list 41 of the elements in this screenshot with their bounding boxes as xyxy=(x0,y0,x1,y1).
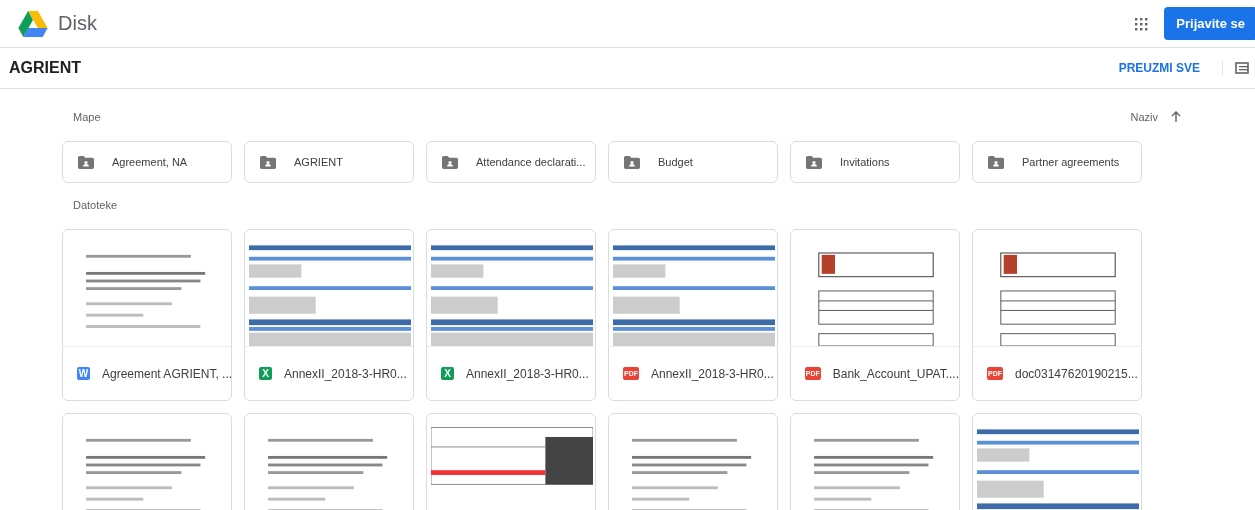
file-card[interactable]: W Agreement AGRIENT, ... xyxy=(62,229,232,401)
shared-folder-icon xyxy=(806,155,822,169)
download-all-button[interactable]: PREUZMI SVE xyxy=(1112,55,1206,81)
file-name: doc03147620190215... xyxy=(1015,366,1138,381)
shared-folder-icon xyxy=(260,155,276,169)
file-name: AnnexII_2018-3-HR0... xyxy=(284,366,407,381)
folder-name: Attendance declarati... xyxy=(476,156,586,168)
folder-card[interactable]: Invitations xyxy=(790,141,960,183)
folder-name: Agreement, NA xyxy=(112,156,188,168)
folder-card[interactable]: Attendance declarati... xyxy=(426,141,596,183)
file-name: AnnexII_2018-3-HR0... xyxy=(466,366,589,381)
folder-name: Budget xyxy=(658,156,693,168)
folder-card[interactable]: Partner agreements xyxy=(972,141,1142,183)
sort-up-arrow-icon[interactable] xyxy=(1170,111,1182,123)
shared-folder-icon xyxy=(442,155,458,169)
section-label: Datoteke xyxy=(73,199,119,211)
file-name: Bank_Account_UPAT.... xyxy=(832,366,959,381)
app-name: Disk xyxy=(58,12,97,35)
file-type-icon: W xyxy=(77,367,90,380)
file-type-icon: X xyxy=(441,367,454,380)
folder-name: Partner agreements xyxy=(1022,156,1120,168)
apps-grid-icon[interactable] xyxy=(1134,16,1149,31)
folder-title: AGRIENT xyxy=(9,59,81,77)
sort-label[interactable]: Naziv xyxy=(1130,111,1158,123)
shared-folder-icon xyxy=(78,155,94,169)
folder-card[interactable]: AGRIENT xyxy=(244,141,414,183)
file-name: AnnexII_2018-3-HR0... xyxy=(651,366,774,381)
file-type-icon: X xyxy=(259,367,272,380)
file-name: Agreement AGRIENT, ... xyxy=(102,366,231,381)
sign-in-button[interactable]: Prijavite se xyxy=(1164,7,1255,40)
folder-name: Invitations xyxy=(840,156,890,168)
folder-card[interactable]: Agreement, NA xyxy=(62,141,232,183)
folder-card[interactable]: Budget xyxy=(608,141,778,183)
file-card[interactable]: X AnnexII_2018-3-HR0... xyxy=(426,229,596,401)
file-card[interactable]: X AnnexII_2018-3-HR0... xyxy=(244,229,414,401)
section-label: Mape xyxy=(73,111,101,123)
shared-folder-icon xyxy=(624,155,640,169)
shared-folder-icon xyxy=(988,155,1004,169)
drive-logo-icon[interactable] xyxy=(18,10,48,37)
folder-name: AGRIENT xyxy=(294,156,343,168)
list-view-icon[interactable] xyxy=(1222,61,1249,75)
